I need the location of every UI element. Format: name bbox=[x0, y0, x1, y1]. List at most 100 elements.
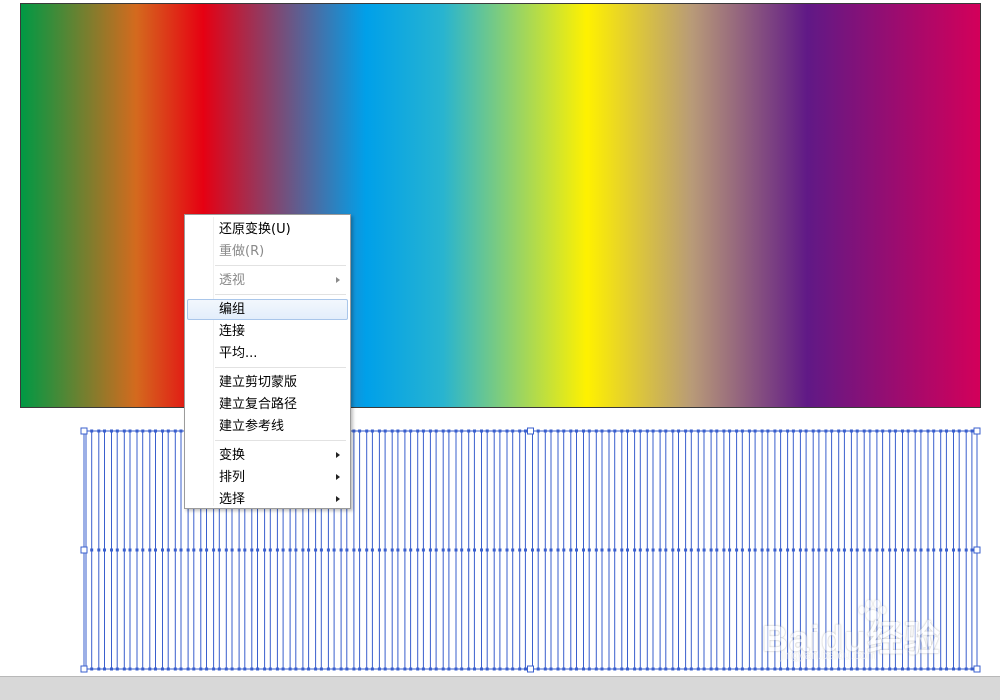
anchor-point[interactable] bbox=[735, 667, 739, 671]
anchor-point[interactable] bbox=[696, 429, 700, 433]
menu-item-average[interactable]: 平均... bbox=[187, 343, 348, 364]
anchor-point[interactable] bbox=[587, 429, 591, 433]
anchor-point[interactable] bbox=[638, 429, 642, 433]
anchor-point[interactable] bbox=[932, 429, 936, 433]
anchor-point[interactable] bbox=[110, 429, 113, 433]
menu-item-select[interactable]: 选择 bbox=[187, 489, 348, 510]
anchor-point[interactable] bbox=[849, 548, 853, 552]
anchor-point[interactable] bbox=[868, 548, 872, 552]
anchor-point[interactable] bbox=[511, 548, 515, 552]
anchor-point[interactable] bbox=[824, 548, 828, 552]
menu-item-transform[interactable]: 变换 bbox=[187, 445, 348, 466]
anchor-point[interactable] bbox=[383, 429, 387, 433]
anchor-point[interactable] bbox=[161, 667, 164, 671]
anchor-point[interactable] bbox=[633, 429, 637, 433]
anchor-point[interactable] bbox=[740, 667, 744, 671]
anchor-point[interactable] bbox=[804, 429, 808, 433]
anchor-point[interactable] bbox=[154, 667, 157, 671]
anchor-point[interactable] bbox=[773, 548, 777, 552]
anchor-point[interactable] bbox=[314, 667, 318, 671]
anchor-point[interactable] bbox=[217, 667, 221, 671]
anchor-point[interactable] bbox=[441, 548, 445, 552]
anchor-point[interactable] bbox=[224, 548, 228, 552]
anchor-point[interactable] bbox=[645, 548, 649, 552]
anchor-point[interactable] bbox=[849, 429, 853, 433]
anchor-point[interactable] bbox=[186, 667, 190, 671]
anchor-point[interactable] bbox=[428, 429, 432, 433]
anchor-point[interactable] bbox=[587, 548, 591, 552]
anchor-point[interactable] bbox=[875, 548, 879, 552]
anchor-point[interactable] bbox=[633, 548, 637, 552]
anchor-point[interactable] bbox=[403, 548, 407, 552]
anchor-point[interactable] bbox=[377, 667, 381, 671]
anchor-point[interactable] bbox=[447, 429, 451, 433]
anchor-point[interactable] bbox=[893, 548, 897, 552]
anchor-point[interactable] bbox=[473, 667, 476, 671]
anchor-point[interactable] bbox=[505, 548, 509, 552]
anchor-point[interactable] bbox=[722, 548, 726, 552]
anchor-point[interactable] bbox=[358, 429, 362, 433]
anchor-point[interactable] bbox=[684, 548, 688, 552]
anchor-point[interactable] bbox=[498, 548, 502, 552]
anchor-point[interactable] bbox=[689, 548, 693, 552]
anchor-point[interactable] bbox=[881, 429, 885, 433]
anchor-point[interactable] bbox=[288, 667, 292, 671]
anchor-point[interactable] bbox=[294, 667, 298, 671]
anchor-point[interactable] bbox=[760, 548, 764, 552]
anchor-point[interactable] bbox=[945, 548, 948, 552]
anchor-point[interactable] bbox=[173, 667, 177, 671]
anchor-point[interactable] bbox=[760, 429, 764, 433]
anchor-point[interactable] bbox=[837, 548, 841, 552]
anchor-point[interactable] bbox=[600, 548, 604, 552]
anchor-point[interactable] bbox=[332, 548, 336, 552]
anchor-point[interactable] bbox=[600, 429, 604, 433]
anchor-point[interactable] bbox=[702, 429, 706, 433]
anchor-point[interactable] bbox=[492, 667, 496, 671]
anchor-point[interactable] bbox=[607, 429, 611, 433]
anchor-point[interactable] bbox=[671, 429, 675, 433]
anchor-point[interactable] bbox=[964, 429, 968, 433]
anchor-point[interactable] bbox=[919, 548, 923, 552]
anchor-point[interactable] bbox=[715, 548, 719, 552]
anchor-point[interactable] bbox=[173, 429, 177, 433]
anchor-point[interactable] bbox=[901, 548, 904, 552]
anchor-point[interactable] bbox=[319, 667, 323, 671]
anchor-point[interactable] bbox=[390, 548, 394, 552]
anchor-point[interactable] bbox=[607, 548, 611, 552]
anchor-point[interactable] bbox=[626, 548, 629, 552]
anchor-point[interactable] bbox=[562, 667, 566, 671]
anchor-point[interactable] bbox=[396, 429, 400, 433]
anchor-point[interactable] bbox=[110, 548, 113, 552]
anchor-point[interactable] bbox=[467, 667, 471, 671]
anchor-point[interactable] bbox=[569, 667, 573, 671]
anchor-point[interactable] bbox=[441, 667, 445, 671]
anchor-point[interactable] bbox=[728, 667, 732, 671]
anchor-point[interactable] bbox=[97, 548, 101, 552]
bounding-box-handle[interactable] bbox=[527, 427, 534, 435]
anchor-point[interactable] bbox=[358, 667, 362, 671]
anchor-point[interactable] bbox=[421, 667, 425, 671]
anchor-point[interactable] bbox=[964, 548, 968, 552]
anchor-point[interactable] bbox=[460, 548, 464, 552]
anchor-point[interactable] bbox=[786, 429, 790, 433]
anchor-point[interactable] bbox=[205, 548, 209, 552]
anchor-point[interactable] bbox=[620, 548, 624, 552]
anchor-point[interactable] bbox=[582, 667, 585, 671]
anchor-point[interactable] bbox=[913, 548, 917, 552]
anchor-point[interactable] bbox=[747, 429, 751, 433]
anchor-point[interactable] bbox=[562, 429, 566, 433]
anchor-point[interactable] bbox=[830, 548, 834, 552]
anchor-point[interactable] bbox=[217, 548, 221, 552]
anchor-point[interactable] bbox=[492, 548, 496, 552]
anchor-point[interactable] bbox=[830, 429, 834, 433]
anchor-point[interactable] bbox=[543, 548, 547, 552]
anchor-point[interactable] bbox=[122, 548, 126, 552]
anchor-point[interactable] bbox=[383, 667, 387, 671]
anchor-point[interactable] bbox=[798, 548, 802, 552]
anchor-point[interactable] bbox=[562, 548, 566, 552]
anchor-point[interactable] bbox=[281, 548, 285, 552]
anchor-point[interactable] bbox=[677, 667, 681, 671]
anchor-point[interactable] bbox=[837, 429, 841, 433]
anchor-point[interactable] bbox=[543, 667, 547, 671]
anchor-point[interactable] bbox=[454, 548, 458, 552]
